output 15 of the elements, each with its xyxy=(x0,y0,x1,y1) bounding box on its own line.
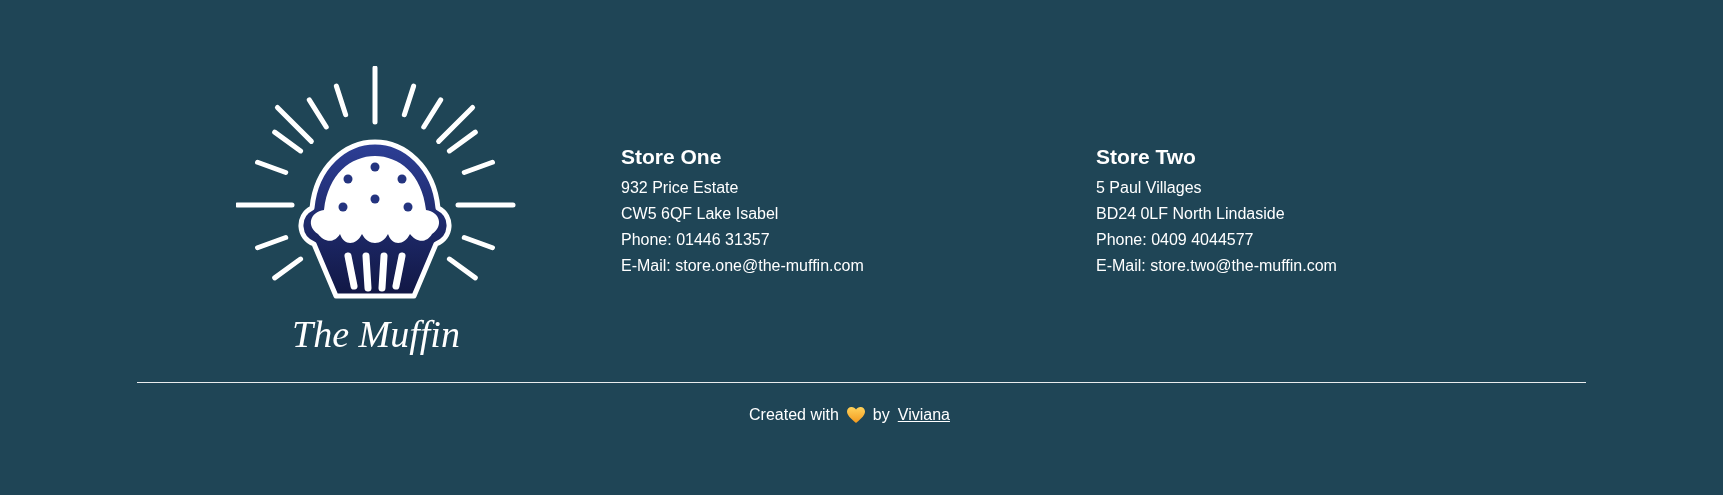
store-info-text: E-Mail: store.one@the-muffin.com xyxy=(621,256,865,276)
store-info-text: 932 Price Estate xyxy=(621,178,740,198)
heart-icon xyxy=(846,406,865,424)
store-title: Store Two xyxy=(1096,144,1197,170)
store-title: Store One xyxy=(621,144,723,170)
credit-text: by xyxy=(872,405,890,425)
credit-text: Created with xyxy=(749,405,839,425)
store-info-text: 5 Paul Villages xyxy=(1096,178,1203,198)
store-info-text: Phone: 0409 4044577 xyxy=(1096,230,1255,250)
author-link[interactable]: Viviana xyxy=(897,403,950,427)
store-info-text: CW5 6QF Lake Isabel xyxy=(621,204,780,224)
store-info-text: E-Mail: store.two@the-muffin.com xyxy=(1096,256,1338,276)
logo-text: The Muffin xyxy=(292,312,460,356)
store-info-text: BD24 0LF North Lindaside xyxy=(1096,204,1286,224)
store-info-text: Phone: 01446 31357 xyxy=(621,230,771,250)
